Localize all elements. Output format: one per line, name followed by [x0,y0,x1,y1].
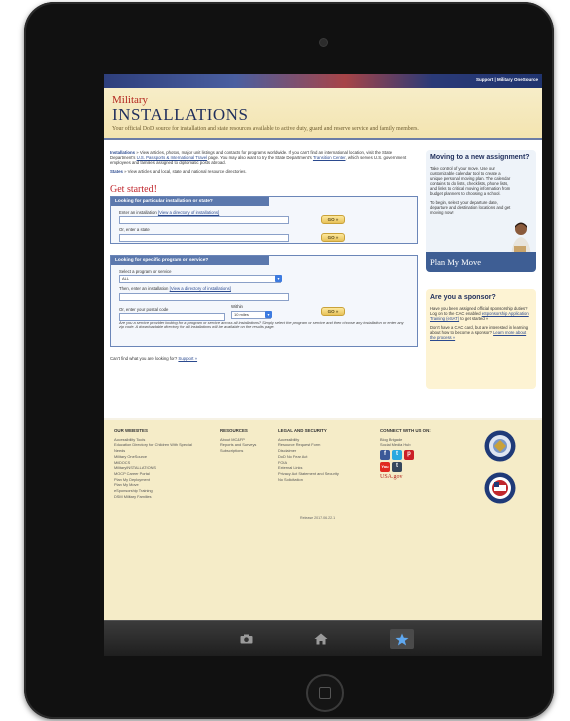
star-icon [395,633,409,645]
dod-seal-icon[interactable] [484,430,516,462]
main-content: Installations » View articles, photos, m… [104,140,542,418]
plan-my-move-banner[interactable]: Plan My Move [426,252,536,272]
program-select[interactable]: ALL ▾ [119,275,282,284]
youtube-icon[interactable]: You [380,462,390,473]
footer-heading: CONNECT WITH US ON: [380,428,431,433]
footer-legal: LEGAL AND SECURITY Accessibility Resourc… [278,428,364,482]
intro-states: States » View articles and local, state … [110,169,418,174]
cant-find-text: Can't find what you are looking for? [110,356,179,362]
social-icons-2: You t [380,462,450,473]
installation-label: Enter an installation [View a directory … [119,210,220,216]
social-icons: f t p [380,450,450,461]
home-icon [314,633,328,645]
footer-link[interactable]: No Solicitation [278,477,364,483]
footer-link[interactable]: Social Media Hub [380,442,450,448]
right-column: Moving to a new assignment? Take control… [426,150,536,389]
release-version: Release 2017.06.22.1 [300,516,336,520]
footer-heading: RESOURCES [220,428,248,433]
cant-find: Can't find what you are looking for? Sup… [110,356,418,361]
home-button[interactable] [306,674,344,712]
states-text: » View articles and local, state and nat… [122,168,247,174]
panel-header: Looking for particular installation or s… [111,197,269,207]
footer-resources: RESOURCES About MC&FP Reports and Survey… [220,428,280,454]
plan-my-move-promo[interactable]: Moving to a new assignment? Take control… [426,150,536,272]
pinterest-icon[interactable]: p [404,450,414,461]
postal-input[interactable] [119,312,225,321]
promo-sponsor-title: Are you a sponsor? [430,294,496,301]
promo-sponsor-text: Have you been assigned official sponsors… [430,306,529,321]
site-tagline: Your official DoD source for installatio… [112,126,419,132]
support-link[interactable]: Support » [178,356,197,361]
camera-button[interactable] [234,629,258,649]
transition-center-link[interactable]: Transition Center [313,155,346,160]
bookmarks-button[interactable] [390,629,414,649]
support-links[interactable]: Support | Military OneSource [476,77,538,82]
installation-label-2: Then, enter an installation [View a dire… [119,286,231,292]
footer-our-websites: OUR WEBSITES Accessibility Tools Educati… [114,428,204,499]
footer-link[interactable]: Subscriptions [220,448,280,454]
top-banner: Support | Military OneSource [104,74,542,88]
chevron-down-icon: ▾ [265,310,272,318]
intro-installations: Installations » View articles, photos, m… [110,150,418,166]
directory-link[interactable]: [View a directory of installations] [158,210,219,215]
state-label: Or, enter a state [119,227,150,233]
get-started-heading: Get started! [110,183,157,195]
footer: OUR WEBSITES Accessibility Tools Educati… [104,420,542,620]
installation-search-panel: Looking for particular installation or s… [110,196,418,245]
promo-move-title: Moving to a new assignment? [430,154,530,161]
program-search-panel: Looking for specific program or service?… [110,255,418,348]
browser-toolbar [104,620,542,656]
states-link[interactable]: States [110,169,123,174]
usagov-logo[interactable]: USA.gov [380,474,450,481]
masthead: Military INSTALLATIONS Your official DoD… [104,88,542,140]
tablet-frame: Support | Military OneSource Military IN… [24,2,554,719]
installation-input-2[interactable] [119,292,289,301]
sponsor-promo: Are you a sponsor? Have you been assigne… [426,289,536,389]
go-button-state[interactable]: GO » [321,233,345,243]
site-title-installations[interactable]: INSTALLATIONS [112,106,534,123]
footer-link[interactable]: Education Directory for Children With Sp… [114,442,204,453]
footer-connect: CONNECT WITH US ON: Blog Brigade Social … [380,428,450,481]
twitter-icon[interactable]: t [392,450,402,461]
tumblr-icon[interactable]: t [392,462,402,473]
directory-link-2[interactable]: [View a directory of installations] [170,286,231,291]
browser-screen: Support | Military OneSource Military IN… [104,74,542,656]
home-nav-button[interactable] [309,629,333,649]
military-community-seal-icon[interactable] [484,472,516,504]
state-input[interactable] [119,233,289,242]
footer-link[interactable]: DSM Military Families [114,494,204,500]
service-provider-note: Are you a service provider looking for a… [119,319,404,330]
promo-move-text: Take control of your move. Use our custo… [430,166,511,196]
postal-row: Or, enter your postal code Within 10 mil… [119,303,409,321]
go-button-program[interactable]: GO » [321,306,345,316]
panel-header: Looking for specific program or service? [111,256,269,266]
program-label: Select a program or service [119,269,172,275]
go-button-installation[interactable]: GO » [321,215,345,225]
postal-label: Or, enter your postal code [119,306,169,312]
plan-my-move-label: Plan My Move [430,257,481,267]
camera-icon [240,634,252,644]
miles-select[interactable]: 10 miles ▾ [231,310,272,319]
left-column: Installations » View articles, photos, m… [110,150,418,361]
chevron-down-icon: ▾ [275,275,282,283]
facebook-icon[interactable]: f [380,450,390,461]
camera-icon [319,38,328,47]
footer-heading: OUR WEBSITES [114,428,148,433]
site-title-military[interactable]: Military [112,88,534,106]
within-label: Within [231,303,243,309]
promo-sponsor-text-2: Don't have a CAC card, but are intereste… [430,325,529,340]
installation-input[interactable] [119,216,289,225]
promo-move-text-2: To begin, select your departure date, de… [430,200,511,215]
footer-heading: LEGAL AND SECURITY [278,428,327,433]
